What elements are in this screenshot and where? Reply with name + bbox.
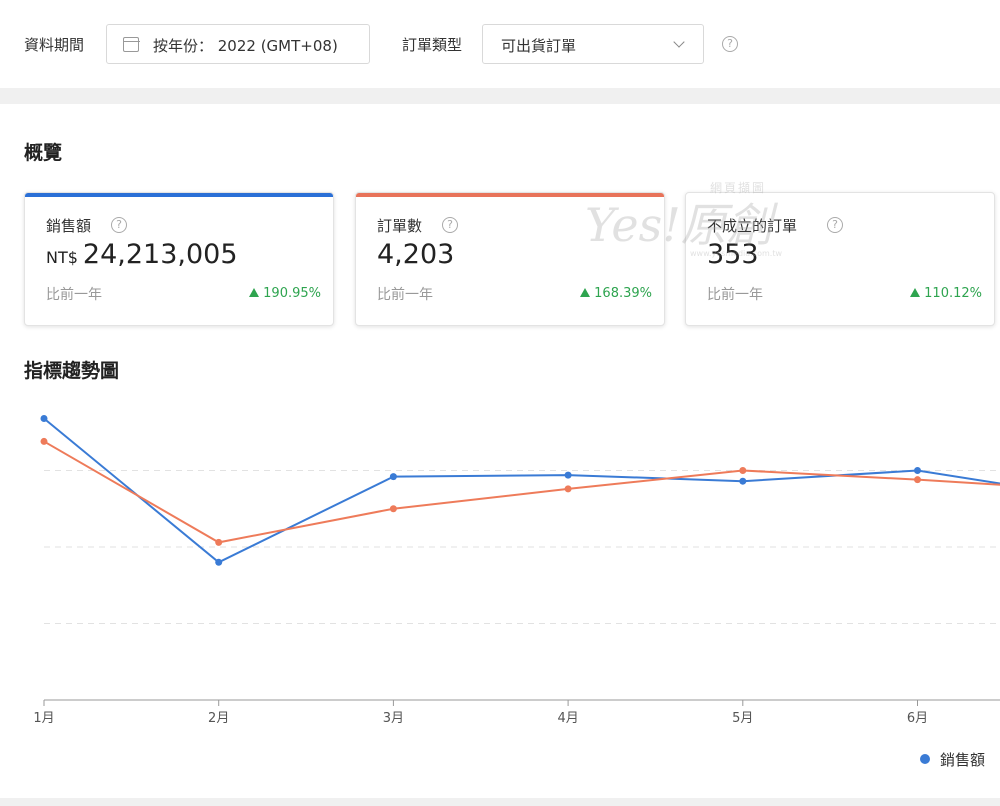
- help-icon[interactable]: ?: [111, 217, 127, 233]
- arrow-up-icon: [580, 288, 591, 297]
- data-point: [389, 473, 397, 481]
- change-value: 190.95%: [263, 286, 321, 301]
- card-accent-bar: [356, 193, 664, 197]
- overview-title: 概覽: [24, 142, 63, 164]
- filter-bar: 資料期間 按年份： 2022 (GMT+08) 訂單類型 可出貨訂單 ?: [0, 0, 1000, 88]
- chevron-down-icon: [673, 36, 685, 48]
- compare-label: 比前一年: [377, 287, 433, 303]
- change-indicator: 110.12%: [910, 286, 982, 301]
- change-indicator: 168.39%: [580, 286, 652, 301]
- arrow-up-icon: [249, 288, 260, 297]
- card-value-number: 4,203: [377, 239, 455, 270]
- legend-label-sales[interactable]: 銷售額: [940, 751, 985, 769]
- help-icon[interactable]: ?: [722, 36, 738, 52]
- x-tick-label: 2月: [208, 711, 229, 726]
- chart-legend: 銷售額: [920, 749, 985, 770]
- help-icon[interactable]: ?: [442, 217, 458, 233]
- x-tick-label: 3月: [383, 711, 404, 726]
- order-type-select[interactable]: 可出貨訂單: [482, 24, 704, 64]
- x-tick-label: 6月: [907, 711, 928, 726]
- metric-card-orders[interactable]: 訂單數 ? 4,203 比前一年 168.39%: [355, 192, 665, 326]
- card-title: 銷售額: [46, 217, 92, 235]
- help-icon[interactable]: ?: [827, 217, 843, 233]
- change-value: 110.12%: [924, 286, 982, 301]
- data-point: [564, 471, 572, 479]
- data-point: [389, 505, 397, 513]
- calendar-icon: [122, 37, 140, 52]
- card-title: 不成立的訂單: [707, 217, 798, 235]
- data-point: [215, 558, 223, 566]
- x-tick-label: 1月: [33, 711, 54, 726]
- x-tick-label: 5月: [732, 711, 753, 726]
- card-value: NT$ 24,213,005: [46, 239, 238, 270]
- card-value-number: 353: [707, 239, 759, 270]
- data-point: [914, 476, 921, 484]
- change-value: 168.39%: [594, 286, 652, 301]
- period-label: 資料期間: [24, 36, 85, 54]
- trend-chart[interactable]: 1月 2月 3月 4月 5月 6月: [0, 394, 1000, 734]
- data-point: [40, 414, 48, 422]
- data-point: [40, 437, 48, 445]
- period-picker[interactable]: 按年份： 2022 (GMT+08): [106, 24, 370, 64]
- card-value: 4,203: [377, 239, 454, 270]
- data-point: [914, 467, 921, 474]
- card-value-number: 24,213,005: [82, 239, 238, 270]
- data-point: [215, 538, 223, 546]
- period-value: 按年份： 2022 (GMT+08): [153, 37, 338, 55]
- data-point: [564, 485, 572, 493]
- card-title: 訂單數: [377, 217, 423, 235]
- compare-label: 比前一年: [46, 287, 102, 303]
- series-line-2: [43, 440, 1000, 544]
- order-type-value: 可出貨訂單: [501, 37, 577, 55]
- data-point: [739, 477, 747, 485]
- trend-chart-title: 指標趨勢圖: [24, 360, 120, 382]
- legend-swatch-sales: [920, 754, 930, 764]
- order-type-label: 訂單類型: [402, 36, 463, 54]
- metric-card-failed-orders[interactable]: 不成立的訂單 ? 353 比前一年 110.12%: [685, 192, 995, 326]
- data-point: [739, 467, 747, 474]
- overview-panel: 概覽 銷售額 ? NT$ 24,213,005 比前一年 190.95% 訂單數 …: [0, 104, 1000, 798]
- metric-card-sales[interactable]: 銷售額 ? NT$ 24,213,005 比前一年 190.95%: [24, 192, 334, 326]
- currency-label: NT$: [46, 248, 78, 267]
- card-accent-bar: [25, 193, 333, 197]
- series-line-1: [43, 417, 1000, 564]
- x-tick-label: 4月: [557, 711, 578, 726]
- compare-label: 比前一年: [707, 287, 763, 303]
- arrow-up-icon: [910, 288, 921, 297]
- change-indicator: 190.95%: [249, 286, 321, 301]
- card-value: 353: [707, 239, 759, 270]
